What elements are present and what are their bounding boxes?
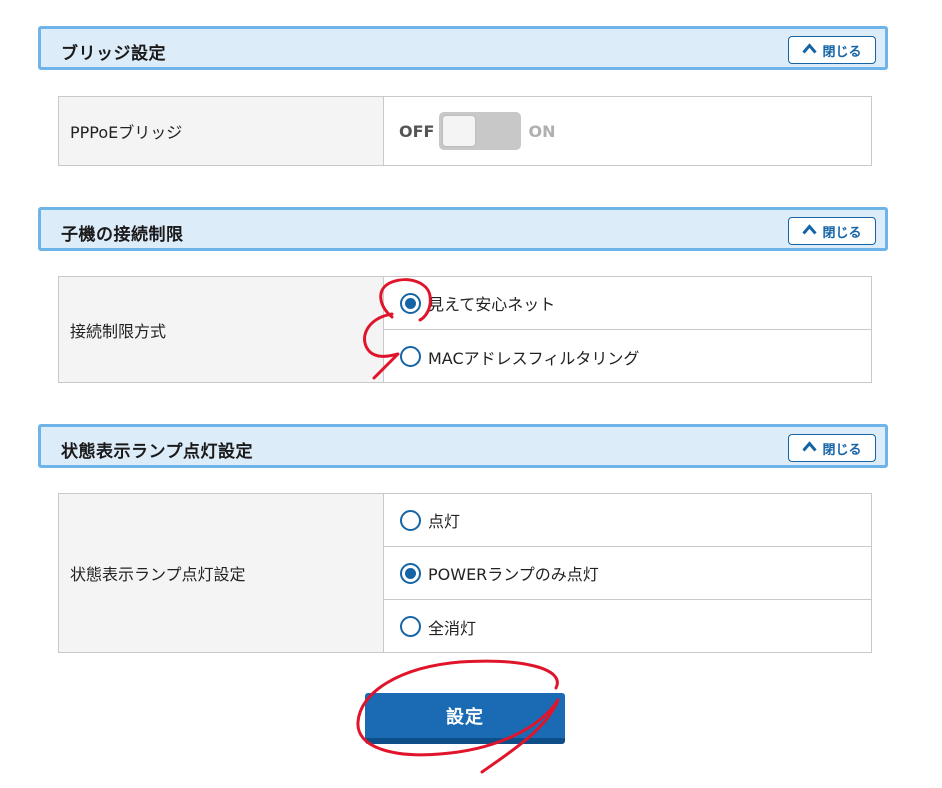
radio-button[interactable] [400, 509, 421, 531]
toggle-knob [442, 115, 477, 147]
lamp-table: 状態表示ランプ点灯設定 点灯 POWERランプのみ点灯 全消灯 [58, 493, 872, 653]
close-label: 閉じる [822, 225, 862, 241]
chevron-up-icon [802, 42, 818, 58]
option-label: MACアドレスフィルタリング [428, 348, 640, 368]
close-label: 閉じる [822, 44, 862, 60]
radio-option-power-only[interactable]: POWERランプのみ点灯 [384, 547, 871, 600]
radio-option-all-off[interactable]: 全消灯 [384, 600, 871, 653]
radio-option-mac-filtering[interactable]: MACアドレスフィルタリング [384, 330, 871, 383]
option-label: 見えて安心ネット [428, 295, 556, 314]
radio-button[interactable] [400, 346, 421, 367]
radio-button-selected[interactable] [400, 292, 421, 314]
close-button[interactable]: 閉じる [788, 36, 876, 64]
radio-button[interactable] [400, 616, 421, 637]
radio-option-mieteanshin[interactable]: 見えて安心ネット [384, 277, 871, 330]
radio-option-on[interactable]: 点灯 [384, 494, 871, 547]
section-header-lamp: 状態表示ランプ点灯設定 閉じる [38, 424, 888, 468]
toggle-off-label: OFF [399, 121, 435, 141]
option-label: 全消灯 [428, 618, 477, 638]
row-label: 接続制限方式 [59, 277, 384, 382]
section-title: ブリッジ設定 [61, 44, 166, 64]
radio-button-selected[interactable] [400, 562, 421, 584]
chevron-up-icon [802, 440, 818, 456]
pppoe-bridge-toggle[interactable] [439, 112, 522, 150]
section-title: 状態表示ランプ点灯設定 [61, 442, 253, 462]
row-label: 状態表示ランプ点灯設定 [59, 494, 384, 652]
option-label: 点灯 [428, 512, 461, 531]
restriction-table: 接続制限方式 見えて安心ネット MACアドレスフィルタリング [58, 276, 872, 383]
section-header-bridge: ブリッジ設定 閉じる [38, 26, 888, 70]
toggle-on-label: ON [528, 121, 556, 141]
chevron-up-icon [802, 223, 818, 239]
section-header-restriction: 子機の接続制限 閉じる [38, 207, 888, 251]
section-title: 子機の接続制限 [61, 225, 184, 245]
close-label: 閉じる [822, 442, 862, 458]
close-button[interactable]: 閉じる [788, 217, 876, 245]
pppoe-bridge-switch: OFF ON [384, 97, 871, 165]
bridge-table: PPPoEブリッジ OFF ON [58, 96, 872, 166]
option-label: POWERランプのみ点灯 [428, 565, 599, 584]
row-label: PPPoEブリッジ [59, 97, 384, 165]
close-button[interactable]: 閉じる [788, 434, 876, 462]
submit-button[interactable]: 設定 [365, 693, 565, 744]
